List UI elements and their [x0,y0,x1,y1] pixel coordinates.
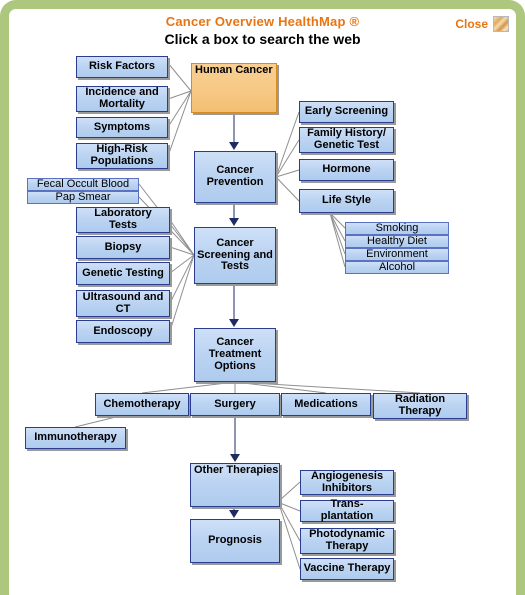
node-angiogenesis[interactable]: Angiogenesis Inhibitors [300,470,394,495]
close-button[interactable]: Close [455,16,509,32]
node-radiation-therapy[interactable]: Radiation Therapy [373,393,467,419]
node-smoking[interactable]: Smoking [345,222,449,235]
node-other-therapies[interactable]: Other Therapies [190,463,280,507]
node-prognosis[interactable]: Prognosis [190,519,280,563]
node-biopsy[interactable]: Biopsy [76,236,170,259]
node-ultrasound-ct[interactable]: Ultrasound and CT [76,290,170,317]
thumbnail-icon [493,16,509,32]
node-photodynamic[interactable]: Photodynamic Therapy [300,528,394,554]
node-vaccine-therapy[interactable]: Vaccine Therapy [300,558,394,580]
node-chemotherapy[interactable]: Chemotherapy [95,393,189,416]
node-environment[interactable]: Environment [345,248,449,261]
node-laboratory-tests[interactable]: Laboratory Tests [76,207,170,233]
node-high-risk[interactable]: High-Risk Populations [76,143,168,169]
node-early-screening[interactable]: Early Screening [299,101,394,123]
node-surgery[interactable]: Surgery [190,393,280,416]
node-incidence[interactable]: Incidence and Mortality [76,86,168,112]
page-subtitle: Click a box to search the web [164,31,361,47]
node-risk-factors[interactable]: Risk Factors [76,56,168,78]
node-life-style[interactable]: Life Style [299,189,394,213]
node-immunotherapy[interactable]: Immunotherapy [25,427,126,449]
node-cancer-treatment[interactable]: Cancer Treatment Options [194,328,276,382]
diagram-canvas: Risk Factors Incidence and Mortality Sympt… [0,0,525,595]
node-healthy-diet[interactable]: Healthy Diet [345,235,449,248]
node-medications[interactable]: Medications [281,393,371,416]
node-alcohol[interactable]: Alcohol [345,261,449,274]
healthmap-window: Risk Factors Incidence and Mortality Sympt… [0,0,525,595]
node-endoscopy[interactable]: Endoscopy [76,320,170,343]
close-button-label: Close [455,17,488,31]
node-human-cancer[interactable]: Human Cancer [191,63,277,113]
node-family-history[interactable]: Family History/ Genetic Test [299,127,394,153]
node-cancer-screening[interactable]: Cancer Screening and Tests [194,227,276,284]
node-genetic-testing[interactable]: Genetic Testing [76,262,170,285]
node-transplantation[interactable]: Trans- plantation [300,498,394,522]
node-cancer-prevention[interactable]: Cancer Prevention [194,151,276,203]
node-symptoms[interactable]: Symptoms [76,117,168,138]
page-title: Cancer Overview HealthMap ® [165,14,360,29]
node-hormone[interactable]: Hormone [299,159,394,181]
node-pap-smear[interactable]: Pap Smear [27,191,139,204]
node-fecal-occult-blood[interactable]: Fecal Occult Blood [27,178,139,191]
